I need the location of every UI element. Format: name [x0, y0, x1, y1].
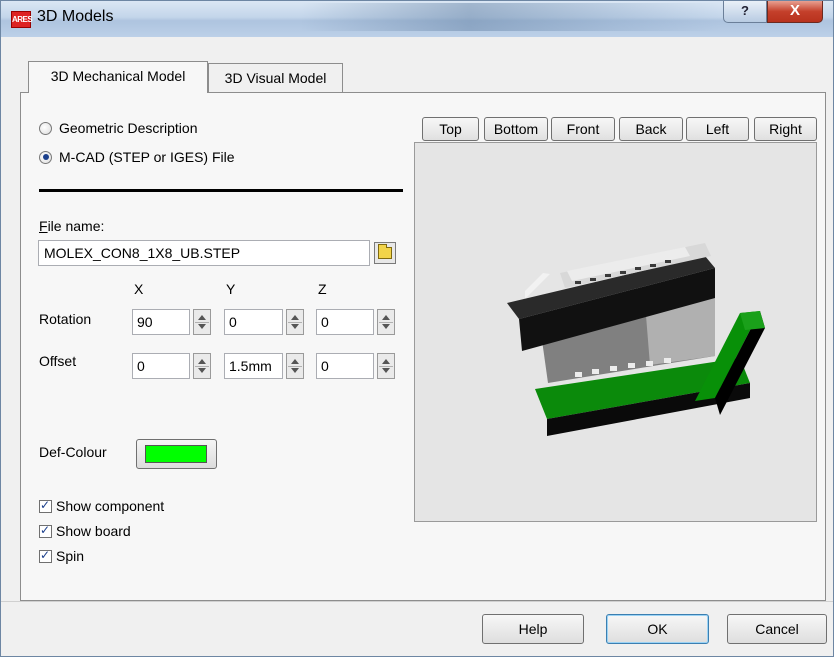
offset-y-input[interactable]: 1.5mm [224, 353, 283, 379]
radio-mcad-file[interactable]: M-CAD (STEP or IGES) File [39, 147, 235, 167]
view-right-button[interactable]: Right [754, 117, 817, 141]
rotation-x-input[interactable]: 90 [132, 309, 190, 335]
offset-z-spinner[interactable] [377, 353, 395, 379]
show-board-checkbox[interactable] [39, 523, 52, 538]
view-bottom-button[interactable]: Bottom [484, 117, 548, 141]
show-board-label: Show board [56, 523, 131, 539]
browse-button[interactable] [374, 242, 396, 264]
spin-label: Spin [56, 548, 85, 564]
view-left-button[interactable]: Left [686, 117, 749, 141]
file-name-label: File name: [39, 218, 105, 234]
rotation-z-input[interactable]: 0 [316, 309, 374, 335]
radio-geometric-description[interactable]: Geometric Description [39, 118, 198, 138]
rotation-label: Rotation [39, 311, 92, 327]
offset-x-spinner[interactable] [193, 353, 211, 379]
title-bar[interactable]: ARES 3D Models ? X [1, 1, 833, 37]
show-board-checkbox-row[interactable]: Show board [39, 521, 131, 541]
show-component-checkbox-row[interactable]: Show component [39, 496, 164, 516]
ares-app-icon: ARES [11, 11, 33, 28]
show-component-checkbox[interactable] [39, 498, 52, 513]
cancel-button[interactable]: Cancel [727, 614, 827, 644]
button-area-divider [1, 601, 833, 602]
dialog-window: ARES 3D Models ? X 3D Mechanical Model 3… [0, 0, 834, 657]
offset-x-input[interactable]: 0 [132, 353, 190, 379]
show-component-label: Show component [56, 498, 165, 514]
offset-label: Offset [39, 353, 77, 369]
view-back-button[interactable]: Back [619, 117, 683, 141]
offset-z-input[interactable]: 0 [316, 353, 374, 379]
rotation-z-spinner[interactable] [377, 309, 395, 335]
help-button[interactable]: Help [482, 614, 584, 644]
tab-3d-visual-model[interactable]: 3D Visual Model [208, 63, 343, 93]
rotation-x-spinner[interactable] [193, 309, 211, 335]
separator-line [39, 189, 403, 192]
spin-checkbox[interactable] [39, 548, 52, 563]
file-name-label-rest: ile name: [47, 218, 105, 234]
rotation-y-input[interactable]: 0 [224, 309, 283, 335]
view-front-button[interactable]: Front [551, 117, 615, 141]
help-title-button[interactable]: ? [723, 1, 767, 23]
view-top-button[interactable]: Top [422, 117, 479, 141]
radio-button-selected[interactable] [39, 150, 52, 164]
close-button[interactable]: X [767, 1, 823, 23]
file-name-input[interactable]: MOLEX_CON8_1X8_UB.STEP [38, 240, 370, 266]
axis-x-label: X [134, 281, 144, 297]
tab-3d-mechanical-model[interactable]: 3D Mechanical Model [28, 61, 208, 93]
folder-icon [378, 244, 392, 259]
radio-label: Geometric Description [59, 120, 198, 136]
offset-y-spinner[interactable] [286, 353, 304, 379]
ok-button[interactable]: OK [606, 614, 709, 644]
colour-swatch [145, 445, 207, 463]
window-title: 3D Models [37, 8, 114, 25]
axis-y-label: Y [226, 281, 236, 297]
def-colour-button[interactable] [136, 439, 217, 469]
axis-z-label: Z [318, 281, 327, 297]
connector-3d-model [507, 243, 765, 436]
radio-label: M-CAD (STEP or IGES) File [59, 149, 235, 165]
radio-button[interactable] [39, 121, 52, 135]
3d-preview-viewport[interactable] [414, 142, 817, 522]
rotation-y-spinner[interactable] [286, 309, 304, 335]
def-colour-label: Def-Colour [39, 444, 107, 460]
spin-checkbox-row[interactable]: Spin [39, 546, 84, 566]
